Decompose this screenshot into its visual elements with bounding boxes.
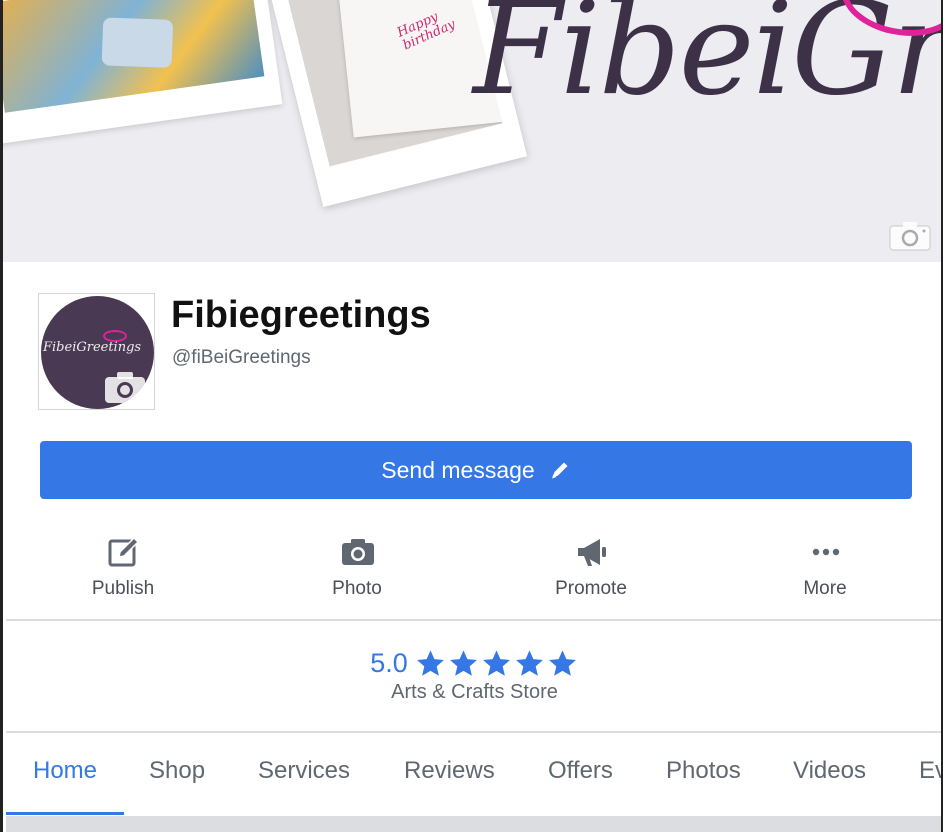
tab-videos[interactable]: Videos: [793, 757, 866, 785]
camera-icon[interactable]: [889, 221, 931, 251]
divider: [6, 619, 941, 621]
promote-button[interactable]: Promote: [474, 530, 708, 610]
send-message-label: Send message: [381, 456, 535, 483]
active-tab-indicator: [6, 812, 124, 815]
megaphone-icon: [578, 539, 606, 566]
photo-label: Photo: [332, 578, 382, 599]
star-icon: [449, 649, 477, 676]
cover-polaroid-left: [3, 0, 283, 145]
avatar: FibeiGreetings: [41, 296, 154, 409]
tab-events[interactable]: Ev: [919, 757, 941, 785]
promote-label: Promote: [555, 578, 627, 599]
publish-label: Publish: [91, 578, 155, 599]
camera-icon: [342, 539, 374, 565]
camera-icon[interactable]: [103, 370, 147, 404]
tab-photos[interactable]: Photos: [666, 757, 741, 785]
page-frame: Happy birthday FibeiGreet FibeiGreetings…: [0, 0, 943, 832]
send-message-button[interactable]: Send message: [40, 441, 912, 499]
cover-polaroid-right-photo: Happy birthday: [288, 0, 503, 167]
tab-home[interactable]: Home: [33, 757, 97, 785]
avatar-logo-text: FibeiGreetings: [43, 340, 142, 355]
tab-shop[interactable]: Shop: [149, 757, 205, 785]
profile-picture[interactable]: FibeiGreetings: [38, 293, 155, 410]
more-dots-icon: [812, 548, 840, 556]
tab-reviews[interactable]: Reviews: [404, 757, 495, 785]
page-title: Fibiegreetings: [171, 294, 431, 336]
cover-photo[interactable]: Happy birthday FibeiGreet: [3, 0, 941, 262]
star-icon: [482, 649, 510, 676]
page-tabs: Home Shop Services Reviews Offers Photos…: [6, 733, 941, 816]
page-category[interactable]: Arts & Crafts Store: [6, 681, 941, 704]
star-icon: [416, 649, 444, 676]
edit-icon: [108, 536, 140, 567]
cover-sticker: [101, 17, 174, 68]
star-icon: [515, 649, 543, 676]
rating-summary[interactable]: 5.0: [6, 645, 941, 681]
tab-services[interactable]: Services: [258, 757, 350, 785]
page-handle[interactable]: @fiBeiGreetings: [172, 347, 311, 369]
content-background: [6, 816, 941, 832]
tab-offers[interactable]: Offers: [548, 757, 613, 785]
publish-button[interactable]: Publish: [6, 530, 240, 610]
rating-value: 5.0: [370, 647, 408, 678]
star-icon: [548, 649, 576, 676]
pencil-icon: [551, 462, 568, 479]
photo-button[interactable]: Photo: [240, 530, 474, 610]
more-label: More: [803, 578, 847, 599]
more-button[interactable]: More: [708, 530, 941, 610]
action-bar: Publish Photo Promote More: [6, 530, 941, 610]
